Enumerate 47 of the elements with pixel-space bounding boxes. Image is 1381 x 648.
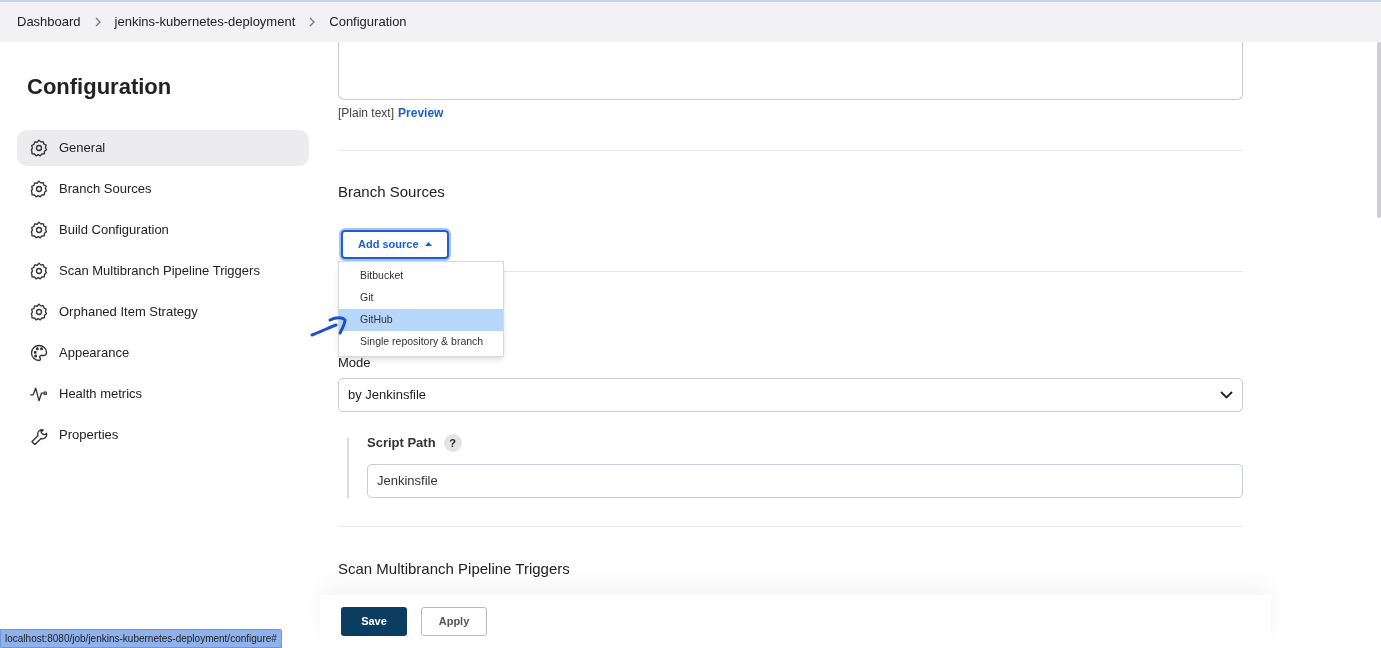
sidebar-item[interactable]: Branch Sources <box>17 171 309 207</box>
sidebar-label: Properties <box>59 426 119 445</box>
sidebar-item[interactable]: Orphaned Item Strategy <box>17 294 309 330</box>
sidebar-label: Build Configuration <box>59 221 169 240</box>
settings-icon <box>29 138 49 158</box>
page-title: Configuration <box>26 73 173 101</box>
sidebar-item[interactable]: Scan Multibranch Pipeline Triggers <box>17 253 309 289</box>
status-url: localhost:8080/job/jenkins-kubernetes-deployment/configure# <box>0 629 282 648</box>
sidebar-label: Scan Multibranch Pipeline Triggers <box>59 262 260 281</box>
sidebar-item[interactable]: General <box>17 130 309 166</box>
mode-label: Mode <box>338 353 372 372</box>
settings-icon <box>29 220 49 240</box>
format-label: [Plain text] <box>338 105 395 122</box>
breadcrumb-link[interactable]: Configuration <box>329 12 407 32</box>
palette-icon <box>29 343 49 363</box>
menu-item[interactable]: Bitbucket <box>339 264 503 287</box>
section-heading: Branch Sources <box>338 182 446 202</box>
menu-item[interactable]: GitHub <box>339 308 503 331</box>
preview-link[interactable]: Preview <box>398 104 444 122</box>
add-source-button[interactable]: Add source <box>341 229 449 259</box>
sidebar-item[interactable]: Properties <box>17 417 309 453</box>
save-button[interactable]: Save <box>341 607 407 636</box>
section-heading: Scan Multibranch Pipeline Triggers <box>338 558 571 579</box>
sidebar-label: Orphaned Item Strategy <box>59 303 198 322</box>
caret-icon <box>424 242 432 246</box>
apply-button[interactable]: Apply <box>421 607 487 636</box>
sidebar-label: Branch Sources <box>59 180 152 199</box>
script-path-field[interactable]: Jenkinsfile <box>367 463 1243 498</box>
settings-icon <box>29 179 49 199</box>
mode-select[interactable]: by Jenkinsfile <box>338 378 1243 412</box>
sidebar-item[interactable]: Appearance <box>17 335 309 371</box>
sidebar-label: Health metrics <box>59 385 143 404</box>
script-path-label: Script Path <box>367 434 436 452</box>
settings-icon <box>29 302 49 322</box>
breadcrumb-link[interactable]: Dashboard <box>17 12 81 32</box>
breadcrumb-link[interactable]: jenkins-kubernetes-deployment <box>114 12 296 32</box>
description-field[interactable] <box>338 42 1243 100</box>
help-button[interactable]: ? <box>443 433 462 452</box>
settings-icon <box>29 261 49 281</box>
sidebar-item[interactable]: Build Configuration <box>17 212 309 248</box>
menu-item[interactable]: Git <box>339 286 503 309</box>
sidebar-label: General <box>59 139 106 158</box>
pulse-icon <box>29 384 49 404</box>
menu-item[interactable]: Single repository & branch <box>339 330 503 353</box>
sidebar-label: Appearance <box>59 344 130 363</box>
chevron-down-icon <box>1220 391 1233 399</box>
sidebar-item[interactable]: Health metrics <box>17 376 309 412</box>
